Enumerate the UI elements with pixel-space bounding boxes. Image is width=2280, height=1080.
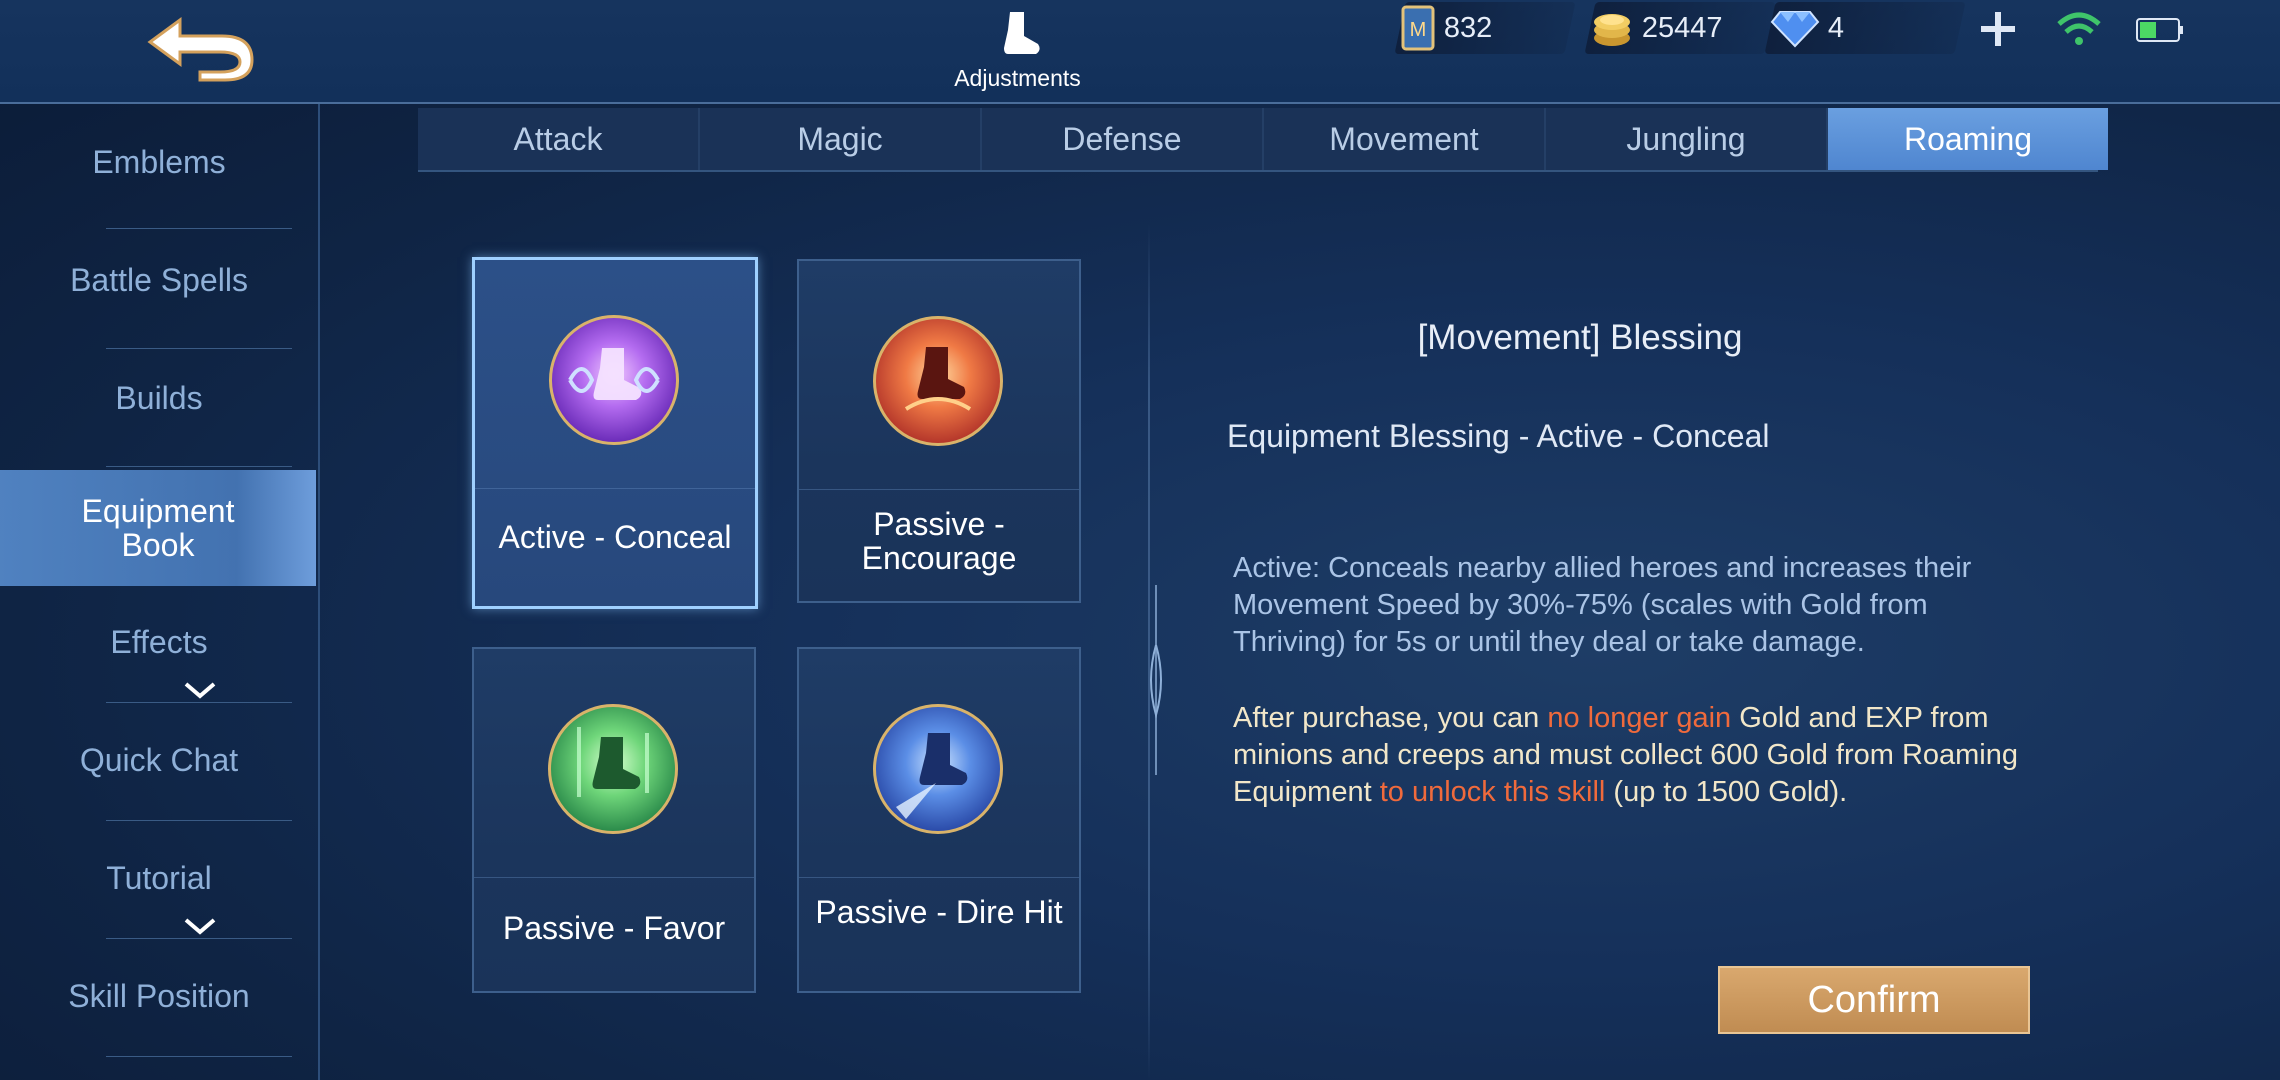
battery-icon xyxy=(2136,18,2183,42)
sidebar-item-label: Skill Position xyxy=(68,978,250,1014)
blessing-card-conceal[interactable]: Active - Conceal xyxy=(472,257,758,609)
tab-jungling[interactable]: Jungling xyxy=(1546,108,1828,170)
svg-text:M: M xyxy=(1410,19,1427,41)
sidebar-divider xyxy=(106,348,292,349)
encourage-boot-icon xyxy=(873,316,1003,446)
sidebar-item-label: Battle Spells xyxy=(70,262,248,298)
gold-value: 25447 xyxy=(1642,11,1723,44)
sidebar-item-equipment-book[interactable]: Equipment Book xyxy=(0,470,316,586)
note-text: After purchase, you can xyxy=(1233,702,1548,734)
blessing-card-dire-hit[interactable]: Passive - Dire Hit xyxy=(797,647,1081,993)
sidebar-item-battle-spells[interactable]: Battle Spells xyxy=(0,250,318,310)
back-button[interactable] xyxy=(140,12,260,82)
chevron-down-icon xyxy=(184,918,216,935)
note-highlight: no longer gain xyxy=(1547,702,1732,734)
diamond-counter: 4 xyxy=(1764,2,1966,54)
back-arrow-icon xyxy=(147,17,254,82)
sidebar-item-label: Effects xyxy=(110,624,208,660)
diamond-icon xyxy=(1770,11,1820,48)
sidebar-divider xyxy=(106,228,292,229)
tab-attack[interactable]: Attack xyxy=(418,108,700,170)
blessing-subtitle: Equipment Blessing - Active - Conceal xyxy=(1227,418,1770,454)
sidebar-item-label: Equipment Book xyxy=(81,493,235,563)
ticket-icon: M xyxy=(1401,5,1435,51)
note-text: (up to 1500 Gold). xyxy=(1605,776,1848,808)
card-label: Active - Conceal xyxy=(498,519,732,555)
sidebar-item-label: Tutorial xyxy=(106,860,212,896)
sidebar-item-label: Emblems xyxy=(92,144,226,180)
card-label: Passive - Dire Hit xyxy=(815,894,1063,930)
sidebar-divider xyxy=(106,938,292,939)
diamond-value: 4 xyxy=(1828,11,1845,44)
blessing-card-favor[interactable]: Passive - Favor xyxy=(472,647,756,993)
blessing-card-encourage[interactable]: Passive - Encourage xyxy=(797,259,1081,603)
favor-boot-icon xyxy=(548,704,678,834)
dire-hit-boot-icon xyxy=(873,704,1003,834)
sidebar-item-label: Quick Chat xyxy=(79,742,239,778)
chevron-down-icon xyxy=(184,682,216,699)
wifi-icon xyxy=(2057,12,2101,45)
sidebar-divider xyxy=(106,702,292,703)
adjustments-header: Adjustments xyxy=(940,8,1095,92)
sidebar-item-skill-position[interactable]: Skill Position xyxy=(0,966,318,1026)
sidebar-divider xyxy=(106,1056,292,1057)
page-title: Adjustments xyxy=(954,65,1081,91)
note-highlight: to unlock this skill xyxy=(1379,776,1606,808)
tab-movement[interactable]: Movement xyxy=(1264,108,1546,170)
conceal-boot-icon xyxy=(549,315,679,445)
category-tabs: Attack Magic Defense Movement Jungling R… xyxy=(418,108,2108,170)
tab-magic[interactable]: Magic xyxy=(700,108,982,170)
blessing-note: After purchase, you can no longer gain G… xyxy=(1233,700,2033,811)
add-currency-button[interactable] xyxy=(1975,6,2021,52)
sidebar-item-tutorial[interactable]: Tutorial xyxy=(0,848,318,908)
gold-coins-icon xyxy=(1594,14,1630,46)
sidebar-divider xyxy=(106,466,292,467)
confirm-button[interactable]: Confirm xyxy=(1718,966,2030,1034)
blessing-description: Active: Conceals nearby allied heroes an… xyxy=(1233,552,1972,658)
sidebar-item-effects[interactable]: Effects xyxy=(0,612,318,672)
top-bar: Adjustments M 832 25447 4 xyxy=(0,0,2280,104)
sidebar-item-quick-chat[interactable]: Quick Chat xyxy=(0,730,318,790)
card-label: Passive - Favor xyxy=(502,910,726,946)
sidebar-item-label: Builds xyxy=(115,380,203,416)
ticket-value: 832 xyxy=(1444,11,1493,44)
sidebar: Emblems Battle Spells Builds Equipment B… xyxy=(0,104,320,1080)
ticket-counter: M 832 xyxy=(1394,2,1576,54)
tab-roaming[interactable]: Roaming xyxy=(1828,108,2108,170)
boot-icon xyxy=(1003,12,1040,54)
divider-ornament-icon xyxy=(1150,585,1162,775)
card-label: Passive - Encourage xyxy=(861,506,1017,576)
sidebar-divider xyxy=(106,820,292,821)
sidebar-item-emblems[interactable]: Emblems xyxy=(0,132,318,192)
tab-defense[interactable]: Defense xyxy=(982,108,1264,170)
blessing-title: [Movement] Blessing xyxy=(1417,318,1743,357)
gold-counter: 25447 xyxy=(1584,2,1776,54)
sidebar-item-builds[interactable]: Builds xyxy=(0,368,318,428)
tabs-underline xyxy=(418,170,2098,172)
